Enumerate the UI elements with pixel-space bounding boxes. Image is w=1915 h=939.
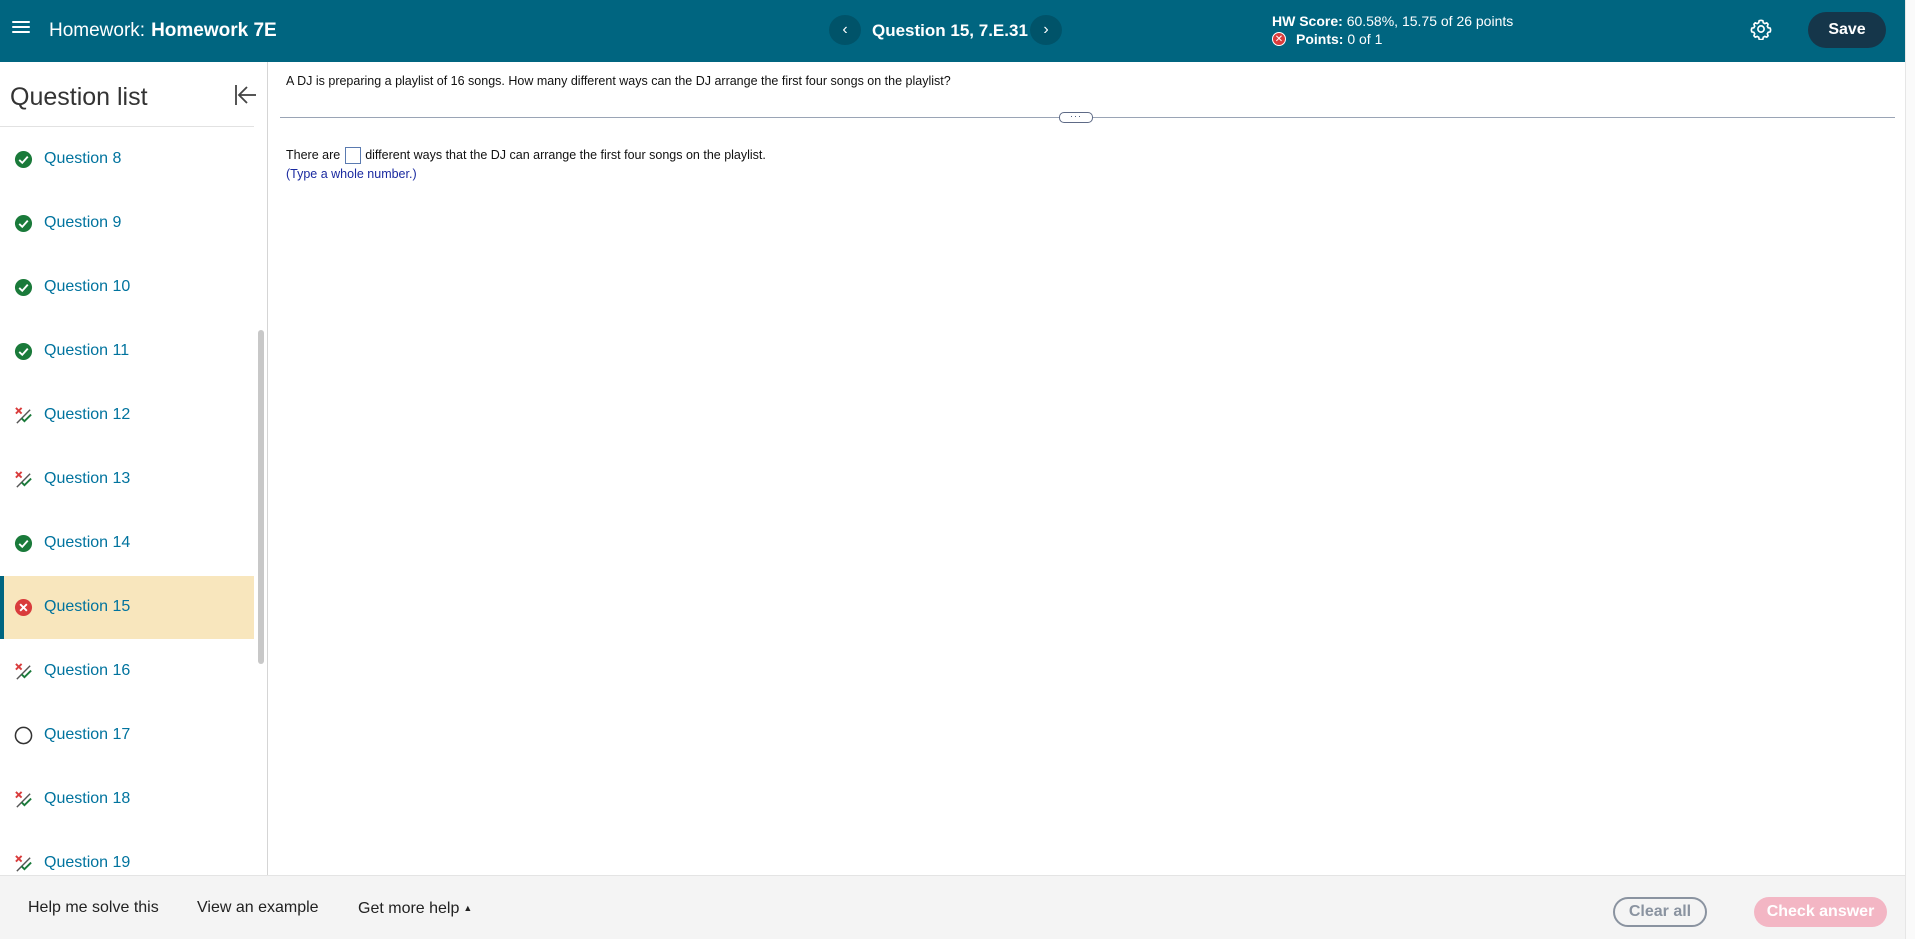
homework-title-prefix: Homework:: [49, 20, 146, 41]
partial-credit-icon: [14, 406, 33, 425]
question-list-label: Question 10: [44, 278, 131, 295]
bottom-bar: Help me solve this View an example Get m…: [0, 875, 1905, 939]
sidebar-scrollbar[interactable]: [258, 330, 264, 664]
check-circle-icon: [14, 278, 33, 297]
points-value: 0 of 1: [1347, 31, 1383, 47]
answer-prefix: There are: [286, 148, 341, 162]
question-list-item[interactable]: Question 18: [0, 768, 254, 831]
chevron-right-icon: ›: [1043, 21, 1049, 38]
homework-name: Homework 7E: [151, 20, 277, 41]
get-more-help-button[interactable]: Get more help ▲: [358, 898, 472, 919]
page-scrollbar[interactable]: [1905, 0, 1915, 939]
question-list-panel: Question list Question 8 Question 9 Questi…: [0, 62, 268, 875]
partial-credit-icon: [14, 470, 33, 489]
answer-suffix: different ways that the DJ can arrange t…: [365, 148, 766, 162]
question-list-item[interactable]: Question 13: [0, 448, 254, 511]
check-answer-button[interactable]: Check answer: [1754, 897, 1887, 927]
check-circle-icon: [14, 214, 33, 233]
question-list-label: Question 8: [44, 150, 122, 167]
question-list-label: Question 12: [44, 406, 131, 423]
homework-title: Homework: Homework 7E: [49, 19, 277, 43]
question-list-item[interactable]: Question 9: [0, 192, 254, 255]
question-list-label: Question 14: [44, 534, 131, 551]
check-circle-icon: [14, 534, 33, 553]
question-list-heading: Question list: [10, 83, 148, 111]
gear-icon[interactable]: [1750, 18, 1772, 40]
check-circle-icon: [14, 150, 33, 169]
question-list-label: Question 17: [44, 726, 131, 743]
question-list-item[interactable]: Question 19: [0, 832, 254, 875]
divider-handle[interactable]: ···: [1059, 112, 1093, 123]
partial-credit-icon: [14, 854, 33, 873]
question-list-label: Question 11: [44, 342, 130, 359]
check-circle-icon: [14, 342, 33, 361]
hamburger-icon[interactable]: [12, 18, 30, 36]
question-list-item[interactable]: Question 14: [0, 512, 254, 575]
hw-score-value: 60.58%, 15.75 of 26 points: [1346, 13, 1514, 29]
save-button[interactable]: Save: [1808, 12, 1886, 48]
question-list-item[interactable]: Question 10: [0, 256, 254, 319]
chevron-left-icon: ‹: [842, 21, 848, 38]
empty-circle-icon: [14, 726, 33, 745]
question-list-item[interactable]: Question 15: [0, 576, 254, 639]
x-circle-icon: ✕: [1272, 32, 1286, 46]
question-list-item[interactable]: Question 17: [0, 704, 254, 767]
question-list-item[interactable]: Question 16: [0, 640, 254, 703]
help-me-solve-button[interactable]: Help me solve this: [28, 898, 159, 918]
x-circle-icon: [14, 598, 33, 617]
hw-score-label: HW Score:: [1272, 13, 1343, 29]
question-list-label: Question 13: [44, 470, 131, 487]
answer-sentence: There are different ways that the DJ can…: [286, 146, 766, 164]
collapse-panel-icon[interactable]: [233, 82, 259, 108]
question-list-label: Question 18: [44, 790, 131, 807]
clear-all-button[interactable]: Clear all: [1613, 897, 1707, 927]
get-more-help-label: Get more help: [358, 900, 460, 917]
caret-up-icon: ▲: [463, 903, 473, 913]
question-list-label: Question 9: [44, 214, 122, 231]
top-bar: Homework: Homework 7E ‹ Question 15, 7.E.…: [0, 0, 1905, 62]
question-list-item[interactable]: Question 8: [0, 128, 254, 191]
next-question-button[interactable]: ›: [1030, 15, 1062, 45]
answer-hint: (Type a whole number.): [286, 167, 417, 181]
points-label: Points:: [1296, 31, 1344, 47]
view-example-button[interactable]: View an example: [197, 898, 319, 918]
question-list-item[interactable]: Question 12: [0, 384, 254, 447]
question-list: Question 8 Question 9 Question 10 Question …: [0, 126, 254, 875]
prev-question-button[interactable]: ‹: [829, 15, 861, 45]
partial-credit-icon: [14, 662, 33, 681]
question-list-label: Question 15: [44, 598, 131, 615]
question-list-label: Question 16: [44, 662, 131, 679]
score-panel: HW Score: 60.58%, 15.75 of 26 points ✕ P…: [1272, 12, 1513, 48]
partial-credit-icon: [14, 790, 33, 809]
answer-input[interactable]: [345, 146, 362, 164]
question-list-item[interactable]: Question 11: [0, 320, 254, 383]
question-text: A DJ is preparing a playlist of 16 songs…: [286, 74, 951, 88]
question-list-label: Question 19: [44, 854, 131, 871]
question-content: A DJ is preparing a playlist of 16 songs…: [270, 62, 1905, 875]
question-title: Question 15, 7.E.31: [872, 21, 1028, 40]
